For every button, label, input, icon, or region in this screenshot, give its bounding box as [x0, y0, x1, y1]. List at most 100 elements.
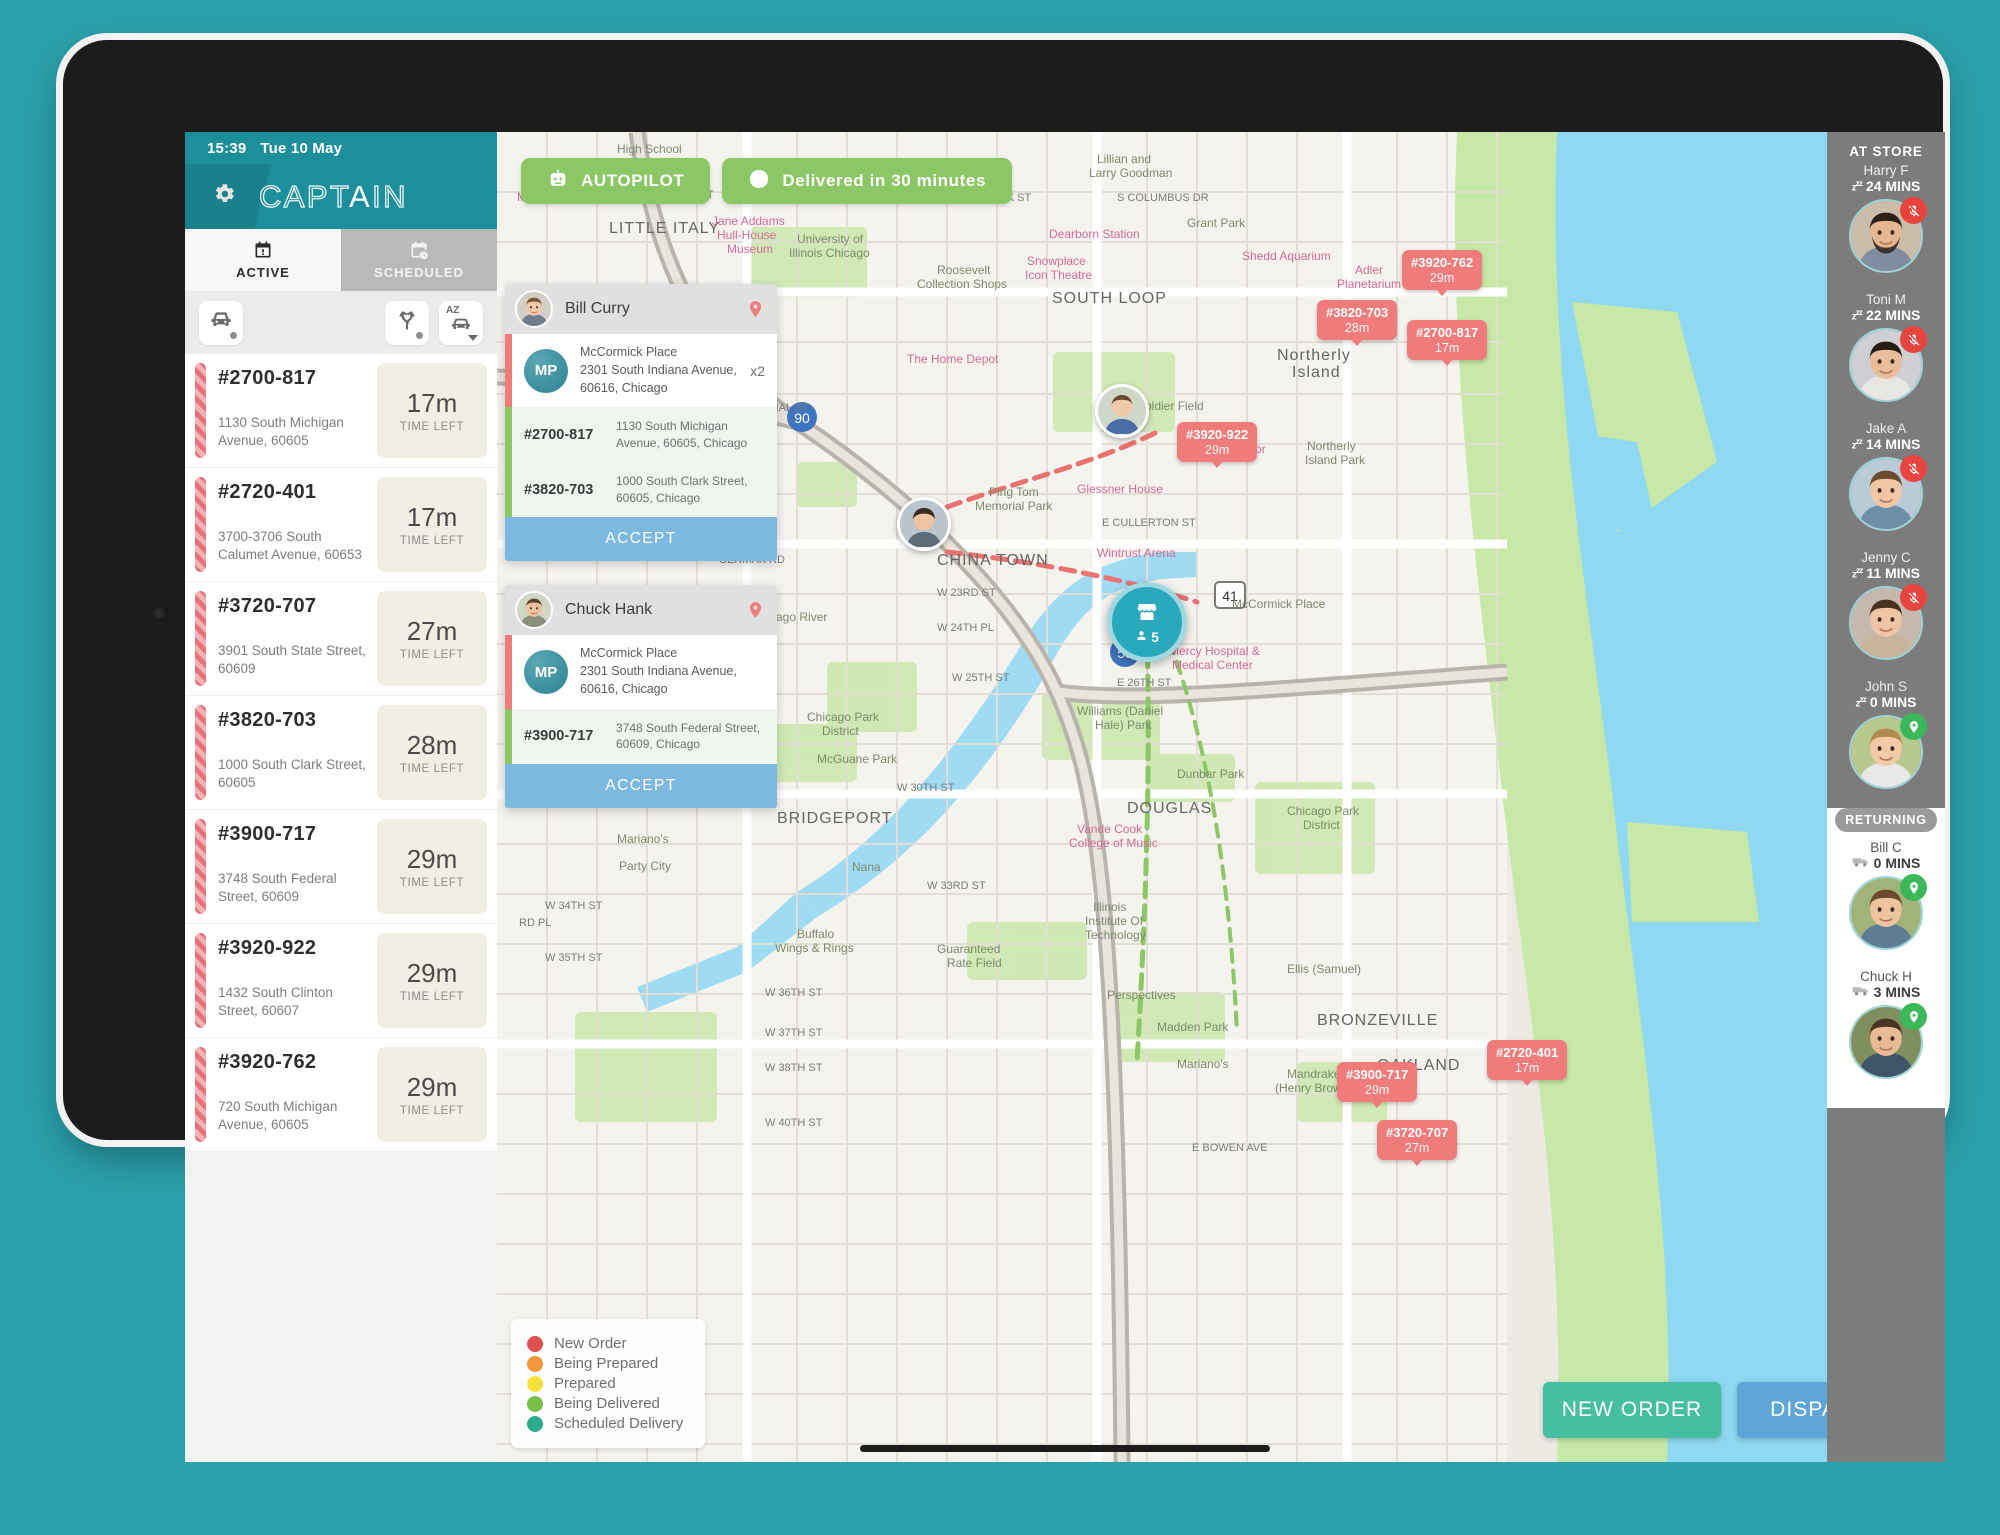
order-map-marker[interactable]: #3920-922 29m — [1177, 422, 1258, 469]
driver-card-header[interactable]: Chuck Hank — [505, 585, 777, 636]
driver-map-pin[interactable] — [1095, 384, 1149, 438]
marker-order-id: #3920-922 — [1186, 427, 1249, 442]
gear-icon[interactable] — [211, 181, 237, 212]
location-icon[interactable] — [1900, 1003, 1927, 1030]
driver-avatar-wrap[interactable] — [1849, 326, 1927, 402]
driver-status-item[interactable]: Toni M zzz 22 MINS — [1827, 292, 1945, 407]
order-time-label: TIME LEFT — [399, 421, 465, 433]
driver-status-item[interactable]: John S zzz 0 MINS — [1827, 679, 1945, 794]
driver-avatar-wrap[interactable] — [1849, 713, 1927, 789]
order-list-item[interactable]: #2700-817 1130 South Michigan Avenue, 60… — [185, 354, 497, 468]
new-order-button[interactable]: NEW ORDER — [1543, 1382, 1721, 1438]
map-view[interactable]: 90 55 41 High SchoolLITTLE ITALYJane Add… — [497, 132, 1945, 1462]
order-list-item[interactable]: #3920-922 1432 South Clinton Street, 606… — [185, 924, 497, 1038]
right-panel[interactable]: AT STORE Harry F zzz 24 MINS Toni M zzz … — [1827, 132, 1945, 1462]
driver-avatar-wrap[interactable] — [1849, 874, 1927, 950]
order-map-marker[interactable]: #3720-707 27m — [1377, 1120, 1458, 1167]
marker-time: 28m — [1344, 320, 1370, 335]
driver-status-item[interactable]: Chuck H 3 MINS — [1827, 969, 1945, 1084]
order-status-stripe — [195, 477, 206, 572]
chevron-down-icon — [468, 334, 478, 341]
driver-eta: zzz 0 MINS — [1827, 694, 1945, 710]
order-map-marker[interactable]: #3820-703 28m — [1317, 300, 1398, 347]
zzz-icon: zzz — [1851, 436, 1863, 452]
driver-avatar-wrap[interactable] — [1849, 455, 1927, 531]
driver-status-item[interactable]: Bill C 0 MINS — [1827, 840, 1945, 955]
route-filter-button[interactable] — [385, 300, 429, 345]
vehicle-filter-button[interactable] — [199, 300, 243, 345]
mute-icon[interactable] — [1900, 584, 1927, 611]
accept-button[interactable]: ACCEPT — [505, 517, 777, 562]
order-address: 1130 South Michigan Avenue, 60605 — [218, 414, 344, 448]
driver-cards-panel[interactable]: Bill Curry MP McCormick Place 2301 South… — [505, 284, 777, 832]
driver-avatar-wrap[interactable] — [1849, 584, 1927, 660]
driver-status-item[interactable]: Jake A zzz 14 MINS — [1827, 421, 1945, 536]
order-list-item[interactable]: #3720-707 3901 South State Street, 60609… — [185, 582, 497, 696]
svg-text:41: 41 — [1222, 588, 1238, 604]
mute-icon[interactable] — [1900, 326, 1927, 353]
at-store-driver-list[interactable]: Harry F zzz 24 MINS Toni M zzz 22 MINS J… — [1827, 163, 1945, 794]
order-map-marker[interactable]: #3900-717 29m — [1337, 1062, 1418, 1109]
van-icon — [1852, 984, 1870, 1000]
driver-status-item[interactable]: Jenny C zzz 11 MINS — [1827, 550, 1945, 665]
assigned-order-row[interactable]: #3820-703 1000 South Clark Street, 60605… — [505, 462, 777, 518]
delivery-eta-label: Delivered in 30 minutes — [782, 171, 987, 190]
mute-icon[interactable] — [1900, 455, 1927, 482]
driver-avatar-wrap[interactable] — [1849, 1003, 1927, 1079]
location-icon[interactable] — [1900, 874, 1927, 901]
legend-label: New Order — [554, 1335, 627, 1352]
driver-avatar-wrap[interactable] — [1849, 197, 1927, 273]
marker-order-id: #2720-401 — [1496, 1045, 1559, 1060]
tab-active[interactable]: ACTIVE — [185, 229, 341, 291]
driver-card-header[interactable]: Bill Curry — [505, 284, 777, 334]
calendar-alert-icon — [253, 240, 273, 263]
zzz-icon: zzz — [1851, 565, 1863, 581]
returning-driver-list[interactable]: Bill C 0 MINS Chuck H 3 MINS — [1827, 840, 1945, 1084]
driver-assignment-card[interactable]: Bill Curry MP McCormick Place 2301 South… — [505, 284, 777, 562]
order-time-badge: 17m TIME LEFT — [377, 363, 487, 458]
mute-icon[interactable] — [1900, 197, 1927, 224]
order-list-item[interactable]: #3920-762 720 South Michigan Avenue, 606… — [185, 1038, 497, 1152]
accept-button[interactable]: ACCEPT — [505, 763, 777, 808]
order-map-marker[interactable]: #2720-401 17m — [1487, 1040, 1568, 1087]
driver-name: Chuck Hank — [565, 601, 653, 619]
status-bar-date: Tue 10 May — [260, 139, 343, 157]
pickup-stop-row[interactable]: MP McCormick Place 2301 South Indiana Av… — [505, 635, 777, 709]
order-info: #3920-922 1432 South Clinton Street, 606… — [206, 933, 377, 1028]
order-list[interactable]: #2700-817 1130 South Michigan Avenue, 60… — [185, 354, 497, 1152]
assigned-order-id: #3820-703 — [524, 481, 594, 498]
driver-assignment-card[interactable]: Chuck Hank MP McCormick Place 2301 South… — [505, 585, 777, 808]
map-pin-icon[interactable] — [746, 599, 765, 626]
order-time-label: TIME LEFT — [399, 763, 465, 775]
order-id: #2700-817 — [218, 367, 317, 389]
legend-label: Being Prepared — [554, 1355, 659, 1372]
autopilot-button[interactable]: AUTOPILOT — [521, 158, 711, 204]
order-map-marker[interactable]: #2700-817 17m — [1407, 320, 1488, 367]
map-pin-icon[interactable] — [746, 298, 765, 325]
order-list-item[interactable]: #3820-703 1000 South Clark Street, 60605… — [185, 696, 497, 810]
order-time-badge: 27m TIME LEFT — [377, 591, 487, 686]
driver-status-item[interactable]: Harry F zzz 24 MINS — [1827, 163, 1945, 278]
sort-filter-button[interactable]: AZ — [439, 300, 483, 345]
marker-order-id: #3900-717 — [1346, 1067, 1409, 1082]
pickup-stop-row[interactable]: MP McCormick Place 2301 South Indiana Av… — [505, 334, 777, 408]
order-address: 3901 South State Street, 60609 — [218, 642, 366, 676]
legend-item: Scheduled Delivery — [527, 1415, 683, 1432]
tab-active-label: ACTIVE — [236, 265, 290, 280]
store-cluster-marker[interactable]: 5 — [1107, 582, 1187, 662]
order-time-value: 27m — [406, 616, 458, 646]
assigned-order-row[interactable]: #3900-717 3748 South Federal Street, 606… — [505, 708, 777, 764]
order-time-badge: 29m TIME LEFT — [377, 1047, 487, 1142]
order-list-item[interactable]: #2720-401 3700-3706 South Calumet Avenue… — [185, 468, 497, 582]
tab-scheduled[interactable]: SCHEDULED — [341, 229, 497, 291]
driver-name: Jenny C — [1861, 550, 1911, 565]
order-id: #3920-762 — [218, 1051, 317, 1073]
order-list-item[interactable]: #3900-717 3748 South Federal Street, 606… — [185, 810, 497, 924]
driver-map-pin[interactable] — [897, 497, 951, 551]
order-map-marker[interactable]: #3920-762 29m — [1402, 250, 1483, 297]
delivery-eta-badge[interactable]: Delivered in 30 minutes — [722, 158, 1013, 204]
location-icon[interactable] — [1900, 713, 1927, 740]
assigned-order-row[interactable]: #2700-817 1130 South Michigan Avenue, 60… — [505, 407, 777, 463]
order-time-value: 29m — [406, 1072, 458, 1102]
assigned-order-address: 1000 South Clark Street, 60605, Chicago — [616, 474, 748, 505]
